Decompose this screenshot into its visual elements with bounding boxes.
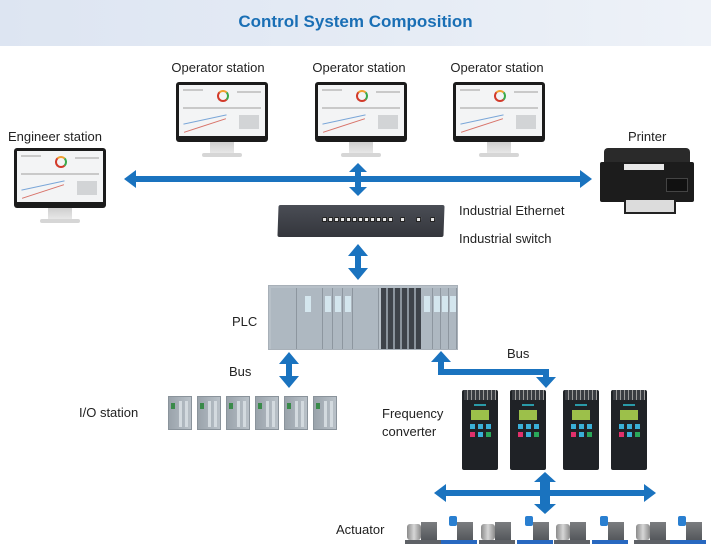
vfd-actuator-arrow [434, 472, 656, 514]
actuator-4[interactable] [517, 514, 553, 546]
plc-label: PLC [232, 314, 258, 329]
operator-station-label-1: Operator station [171, 60, 265, 75]
io-module-4[interactable] [255, 396, 279, 430]
io-module-2[interactable] [197, 396, 221, 430]
printer[interactable] [600, 148, 694, 216]
plc-io-arrow [279, 352, 299, 388]
actuator-6[interactable] [592, 514, 628, 546]
actuator-8[interactable] [670, 514, 706, 546]
frequency-converter-3[interactable] [563, 390, 599, 470]
actuator-label: Actuator [336, 522, 385, 537]
monitor-icon [315, 82, 407, 142]
industrial-switch[interactable] [277, 205, 445, 237]
plc[interactable] [268, 285, 458, 350]
monitor-icon [14, 148, 106, 208]
monitor-icon [176, 82, 268, 142]
io-module-6[interactable] [313, 396, 337, 430]
frequency-converter-2[interactable] [510, 390, 546, 470]
actuator-3[interactable] [479, 514, 515, 546]
operator-station-1[interactable] [176, 82, 268, 162]
operator-station-3[interactable] [453, 82, 545, 162]
operator-station-label-3: Operator station [450, 60, 544, 75]
monitor-icon [453, 82, 545, 142]
io-module-1[interactable] [168, 396, 192, 430]
frequency-converter-label-line2: converter [382, 424, 437, 439]
industrial-ethernet-label: Industrial Ethernet [459, 203, 565, 218]
io-module-3[interactable] [226, 396, 250, 430]
printer-label: Printer [628, 129, 667, 144]
actuator-7[interactable] [634, 514, 670, 546]
actuator-2[interactable] [441, 514, 477, 546]
plc-vfd-bus-arrow [431, 351, 556, 388]
vfd-bus-label: Bus [507, 346, 530, 361]
switch-plc-arrow [348, 244, 368, 280]
actuator-5[interactable] [554, 514, 590, 546]
engineer-station-label: Engineer station [8, 129, 102, 144]
io-station-label: I/O station [79, 405, 139, 420]
operator-station-label-2: Operator station [312, 60, 406, 75]
frequency-converter-1[interactable] [462, 390, 498, 470]
frequency-converter-label-line1: Frequency [382, 406, 444, 421]
io-module-5[interactable] [284, 396, 308, 430]
frequency-converter-4[interactable] [611, 390, 647, 470]
industrial-switch-label: Industrial switch [459, 231, 552, 246]
actuator-1[interactable] [405, 514, 441, 546]
io-bus-label: Bus [229, 364, 252, 379]
operator-station-2[interactable] [315, 82, 407, 162]
engineer-station[interactable] [14, 148, 106, 228]
